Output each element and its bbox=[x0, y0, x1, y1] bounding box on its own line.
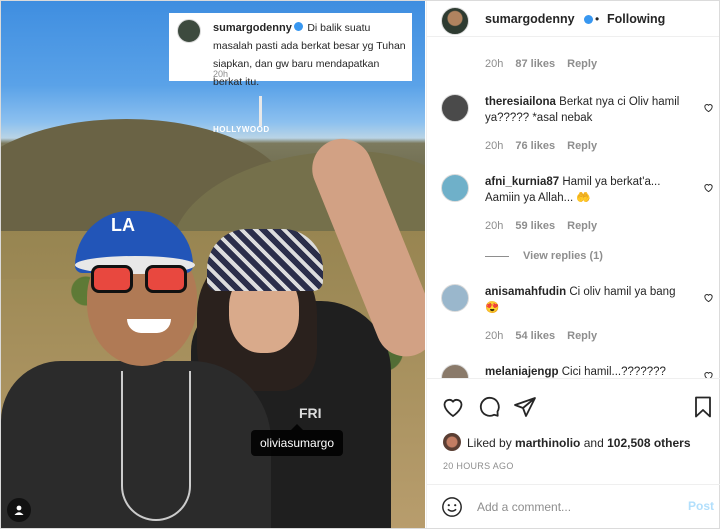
comment-time: 20h bbox=[485, 330, 504, 342]
user-tag-icon[interactable] bbox=[7, 498, 31, 522]
liked-by-text: Liked by marthinolio and 102,508 others bbox=[467, 436, 691, 450]
comment-likes[interactable]: 54 likes bbox=[515, 330, 555, 342]
caption-time: 20h bbox=[213, 69, 229, 79]
comment-text: melaniajengp Cici hamil...??????? bbox=[485, 364, 690, 378]
comment-icon[interactable] bbox=[477, 395, 501, 419]
commenter-avatar[interactable] bbox=[441, 364, 469, 378]
verified-badge-icon bbox=[293, 22, 303, 32]
post-time[interactable]: 20 HOURS AGO bbox=[443, 461, 514, 471]
comment-meta: 20h 87 likes Reply bbox=[485, 58, 597, 70]
antenna-tower bbox=[259, 96, 262, 126]
post-photo[interactable]: HOLLYWOOD FRI LA sumargodenny Di balik s… bbox=[1, 1, 425, 528]
commenter-avatar[interactable] bbox=[441, 174, 469, 202]
sunglasses bbox=[91, 265, 191, 295]
comments-list[interactable]: 20h 87 likes Reply theresiailona Berkat ny… bbox=[427, 38, 720, 378]
post-button[interactable]: Post bbox=[688, 499, 714, 513]
bucket-hat bbox=[207, 229, 323, 291]
commenter-username[interactable]: afni_kurnia87 bbox=[485, 176, 559, 188]
like-comment-heart-icon[interactable] bbox=[703, 102, 714, 113]
post-header: sumargodenny • Following bbox=[427, 1, 719, 37]
commenter-avatar[interactable] bbox=[441, 284, 469, 312]
like-comment-heart-icon[interactable] bbox=[703, 370, 714, 378]
view-replies-label: View replies (1) bbox=[523, 250, 603, 262]
reply-button[interactable]: Reply bbox=[567, 58, 597, 70]
comment-time: 20h bbox=[485, 58, 504, 70]
reply-button[interactable]: Reply bbox=[567, 140, 597, 152]
comment-input[interactable] bbox=[477, 496, 677, 518]
header-separator: • bbox=[595, 12, 600, 26]
comment-likes[interactable]: 76 likes bbox=[515, 140, 555, 152]
liked-by-avatar[interactable] bbox=[443, 433, 461, 451]
bookmark-icon[interactable] bbox=[691, 395, 715, 419]
post-actions: Liked by marthinolio and 102,508 others … bbox=[427, 378, 720, 528]
comment-body: Cici hamil...??????? bbox=[561, 366, 666, 378]
like-comment-heart-icon[interactable] bbox=[703, 292, 714, 303]
commenter-username[interactable]: theresiailona bbox=[485, 96, 556, 108]
comment-time: 20h bbox=[485, 140, 504, 152]
verified-badge-icon bbox=[584, 15, 593, 24]
commenter-avatar[interactable] bbox=[441, 94, 469, 122]
comment-meta: 20h 76 likes Reply bbox=[485, 140, 597, 152]
liked-by-user[interactable]: marthinolio bbox=[515, 436, 580, 450]
comment-likes[interactable]: 59 likes bbox=[515, 220, 555, 232]
comment-meta: 20h 54 likes Reply bbox=[485, 330, 597, 342]
add-comment-bar: Post bbox=[427, 484, 720, 528]
liked-by-prefix: Liked by bbox=[467, 436, 512, 450]
hollywood-sign: HOLLYWOOD bbox=[213, 125, 270, 134]
comment-text: theresiailona Berkat nya ci Oliv hamil y… bbox=[485, 94, 690, 126]
comment-time: 20h bbox=[485, 220, 504, 232]
author-avatar[interactable] bbox=[441, 7, 469, 35]
commenter-username[interactable]: anisamahfudin bbox=[485, 286, 566, 298]
caption-username[interactable]: sumargodenny bbox=[213, 22, 292, 34]
comment-text: afni_kurnia87 Hamil ya berkat'a... Aamii… bbox=[485, 174, 690, 206]
view-replies-button[interactable]: View replies (1) bbox=[485, 250, 603, 262]
replies-divider bbox=[485, 255, 509, 257]
commenter-username[interactable]: melaniajengp bbox=[485, 366, 559, 378]
necklace bbox=[121, 371, 191, 521]
post-sidebar: sumargodenny • Following 20h 87 likes Repl… bbox=[426, 1, 720, 528]
liked-by-and: and bbox=[583, 436, 604, 450]
comment-text: anisamahfudin Ci oliv hamil ya bang 😍 bbox=[485, 284, 690, 316]
author-username[interactable]: sumargodenny bbox=[485, 12, 575, 26]
share-icon[interactable] bbox=[513, 395, 537, 419]
likes-count[interactable]: 102,508 others bbox=[607, 436, 690, 450]
comment-meta: 20h 59 likes Reply bbox=[485, 220, 597, 232]
caption-avatar[interactable] bbox=[177, 19, 201, 43]
reply-button[interactable]: Reply bbox=[567, 330, 597, 342]
following-button[interactable]: Following bbox=[607, 12, 665, 26]
like-comment-heart-icon[interactable] bbox=[703, 182, 714, 193]
caption-overlay: sumargodenny Di balik suatu masalah past… bbox=[169, 13, 412, 88]
comment-likes[interactable]: 87 likes bbox=[515, 58, 555, 70]
heart-icon[interactable] bbox=[441, 395, 465, 419]
reply-button[interactable]: Reply bbox=[567, 220, 597, 232]
emoji-icon[interactable] bbox=[441, 496, 463, 518]
tshirt-print: FRI bbox=[299, 405, 322, 421]
user-tag-label[interactable]: oliviasumargo bbox=[251, 424, 344, 456]
cap-logo: LA bbox=[111, 215, 135, 235]
